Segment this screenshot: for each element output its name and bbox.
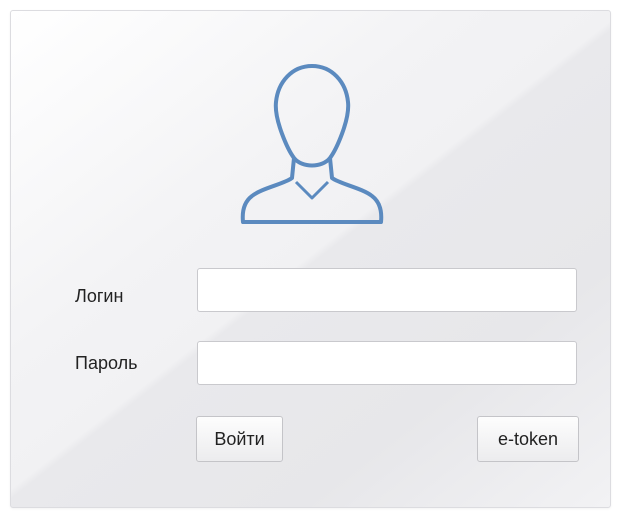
login-input[interactable]: [197, 268, 577, 312]
password-input[interactable]: [197, 341, 577, 385]
password-label: Пароль: [75, 353, 138, 373]
user-avatar-icon: [240, 64, 384, 224]
etoken-button[interactable]: e-token: [477, 416, 579, 462]
login-button[interactable]: Войти: [196, 416, 283, 462]
login-label: Логин: [75, 286, 124, 306]
